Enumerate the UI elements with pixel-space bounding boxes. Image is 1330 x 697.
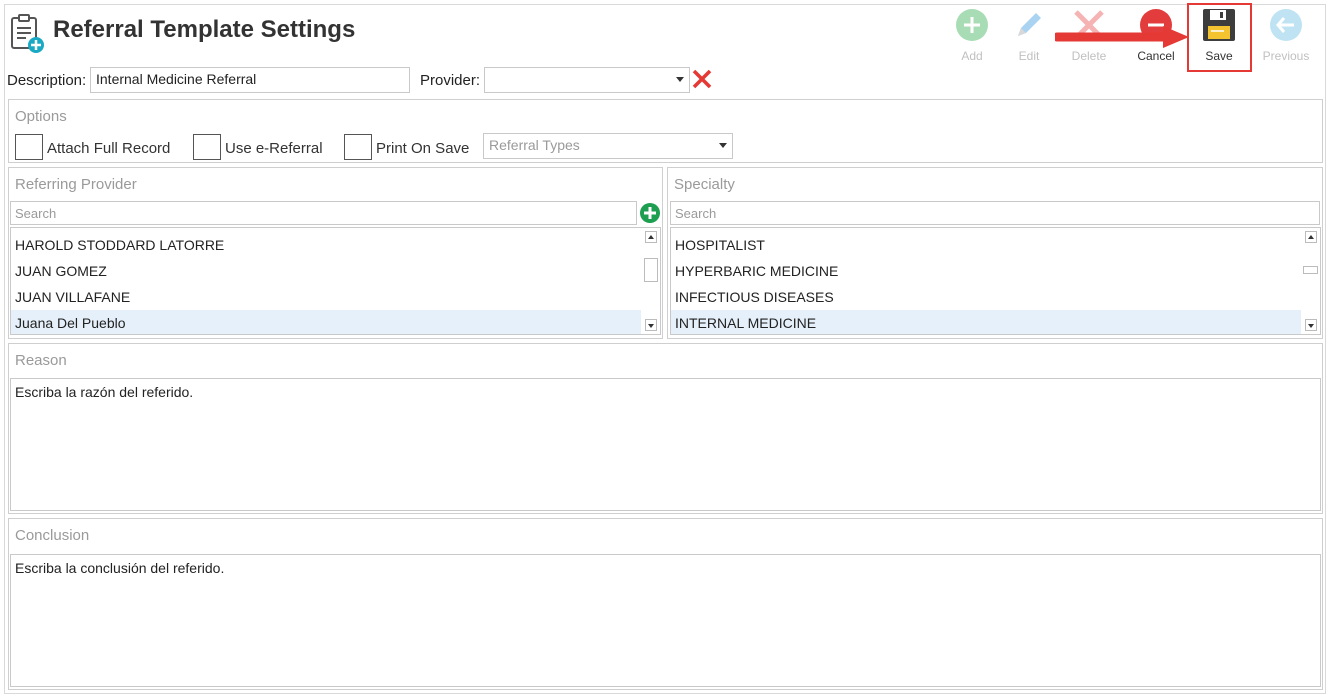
print-on-save-checkbox[interactable] [344, 134, 372, 160]
list-item[interactable]: JUAN GOMEZ [11, 258, 641, 284]
clear-provider-icon[interactable] [691, 68, 713, 90]
cancel-label: Cancel [1137, 49, 1175, 63]
list-item[interactable]: INFECTIOUS DISEASES [671, 284, 1301, 310]
reason-textarea[interactable]: Escriba la razón del referido. [10, 378, 1321, 511]
conclusion-title: Conclusion [15, 527, 90, 544]
list-item[interactable]: HAROLD STODDARD LATORRE [11, 232, 641, 258]
add-provider-icon[interactable] [640, 203, 660, 223]
provider-list-scrollbar[interactable] [642, 228, 660, 334]
attach-full-record-label: Attach Full Record [47, 140, 171, 157]
add-button[interactable]: Add [945, 8, 999, 64]
chevron-down-icon [719, 143, 727, 148]
specialty-list[interactable]: HOSPITALIST HYPERBARIC MEDICINE INFECTIO… [670, 227, 1321, 335]
attach-full-record-checkbox[interactable] [15, 134, 43, 160]
scroll-down-icon[interactable] [645, 319, 657, 331]
options-title: Options [15, 108, 67, 125]
description-field[interactable]: Internal Medicine Referral [90, 67, 410, 93]
description-label: Description: [7, 72, 87, 89]
arrow-left-icon [1270, 9, 1302, 41]
chevron-down-icon [676, 77, 684, 82]
scroll-up-icon[interactable] [645, 231, 657, 243]
reason-title: Reason [15, 352, 67, 369]
delete-label: Delete [1071, 49, 1107, 63]
list-item[interactable]: JUAN VILLAFANE [11, 284, 641, 310]
referral-document-icon [11, 14, 44, 53]
pencil-icon [1018, 13, 1041, 36]
specialty-list-scrollbar[interactable] [1302, 228, 1320, 334]
referring-provider-title: Referring Provider [15, 176, 137, 193]
use-ereferral-label: Use e-Referral [225, 140, 323, 157]
referring-provider-search-input[interactable]: Search [10, 201, 637, 225]
scroll-down-icon[interactable] [1305, 319, 1317, 331]
referring-provider-list[interactable]: HAROLD STODDARD LATORRE JUAN GOMEZ JUAN … [10, 227, 661, 335]
previous-button[interactable]: Previous [1259, 8, 1313, 64]
pointer-arrow-icon [1055, 26, 1189, 48]
conclusion-textarea[interactable]: Escriba la conclusión del referido. [10, 554, 1321, 687]
print-on-save-label: Print On Save [376, 140, 470, 157]
scroll-thumb[interactable] [1303, 266, 1318, 274]
list-item-selected[interactable]: Juana Del Pueblo [11, 310, 641, 334]
specialty-search-input[interactable]: Search [670, 201, 1320, 225]
referral-types-placeholder: Referral Types [489, 137, 580, 153]
list-item[interactable]: HYPERBARIC MEDICINE [671, 258, 1301, 284]
save-highlight-box [1187, 3, 1252, 72]
specialty-title: Specialty [674, 176, 735, 193]
use-ereferral-checkbox[interactable] [193, 134, 221, 160]
scroll-up-icon[interactable] [1305, 231, 1317, 243]
add-label: Add [961, 49, 983, 63]
list-item-selected[interactable]: INTERNAL MEDICINE [671, 310, 1301, 334]
scroll-thumb[interactable] [644, 258, 658, 282]
edit-label: Edit [1018, 49, 1040, 63]
referral-types-select[interactable]: Referral Types [483, 133, 733, 159]
add-icon [956, 9, 988, 41]
provider-select[interactable] [484, 67, 690, 93]
page-title: Referral Template Settings [53, 16, 356, 43]
edit-button[interactable]: Edit [1002, 8, 1056, 64]
previous-label: Previous [1262, 49, 1310, 63]
provider-label: Provider: [420, 72, 481, 89]
list-item[interactable]: HOSPITALIST [671, 232, 1301, 258]
